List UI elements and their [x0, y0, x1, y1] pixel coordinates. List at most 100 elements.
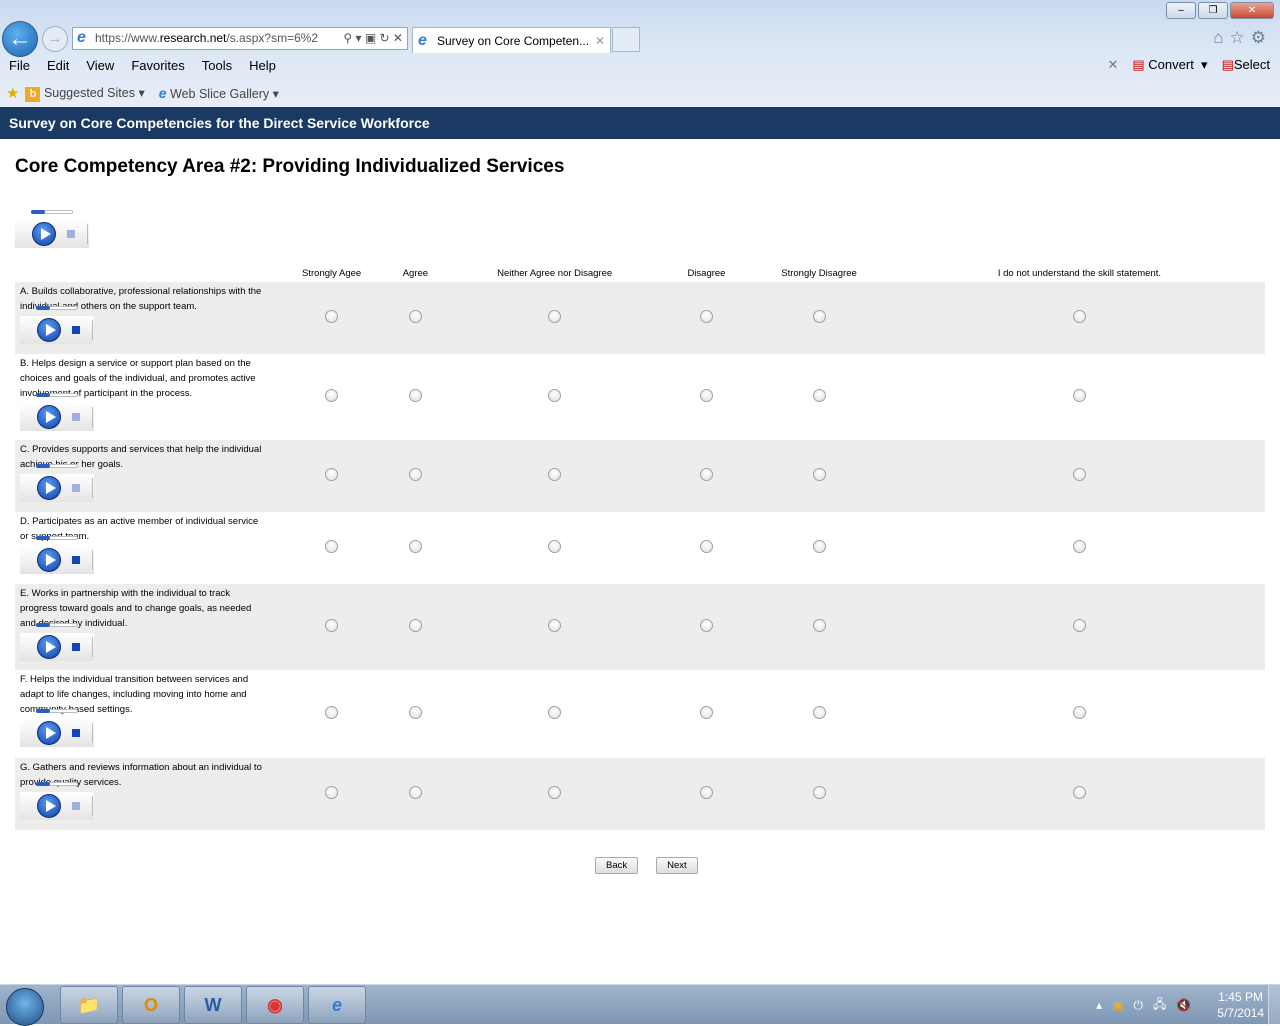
radio-5[interactable]	[1072, 389, 1086, 402]
home-icon[interactable]: ⌂	[1213, 28, 1229, 47]
favorites-star-icon[interactable]: ★	[6, 84, 19, 102]
radio-4[interactable]	[812, 706, 826, 719]
stop-icon[interactable]	[67, 230, 75, 238]
radio-5[interactable]	[1072, 786, 1086, 799]
volume-slider[interactable]	[36, 623, 78, 627]
menu-file[interactable]: File	[0, 56, 38, 78]
stop-icon[interactable]	[72, 484, 80, 492]
address-bar[interactable]: e https://www.research.net/s.aspx?sm=6%2…	[72, 27, 408, 50]
radio-3[interactable]	[699, 310, 713, 323]
radio-1[interactable]	[408, 540, 422, 553]
radio-5[interactable]	[1072, 540, 1086, 553]
radio-2[interactable]	[548, 619, 562, 632]
next-button[interactable]: Next	[656, 857, 698, 874]
favorites-star-icon[interactable]: ☆	[1230, 28, 1251, 47]
volume-slider[interactable]	[36, 464, 78, 468]
volume-muted-icon[interactable]: 🔇	[1176, 998, 1191, 1012]
play-icon[interactable]	[37, 721, 61, 745]
taskbar-ie[interactable]: e	[308, 986, 366, 1024]
gear-icon[interactable]: ⚙	[1251, 28, 1272, 47]
taskbar-outlook[interactable]: O	[122, 986, 180, 1024]
close-window-button[interactable]: ✕	[1230, 2, 1274, 19]
back-button[interactable]: Back	[595, 857, 639, 874]
radio-3[interactable]	[699, 619, 713, 632]
radio-4[interactable]	[812, 786, 826, 799]
address-tools[interactable]: ⚲ ▾ ▣ ↻ ✕	[339, 28, 403, 49]
play-icon[interactable]	[37, 405, 61, 429]
play-icon[interactable]	[37, 476, 61, 500]
stop-icon[interactable]	[72, 326, 80, 334]
radio-0[interactable]	[325, 619, 339, 632]
start-button[interactable]	[6, 988, 44, 1026]
radio-1[interactable]	[408, 389, 422, 402]
suggested-sites[interactable]: b Suggested Sites ▾	[25, 85, 145, 102]
stop-icon[interactable]	[72, 556, 80, 564]
radio-2[interactable]	[548, 310, 562, 323]
menu-view[interactable]: View	[77, 56, 122, 78]
radio-5[interactable]	[1072, 310, 1086, 323]
radio-3[interactable]	[699, 540, 713, 553]
stop-icon[interactable]	[72, 802, 80, 810]
forward-button[interactable]: →	[42, 26, 68, 52]
menu-help[interactable]: Help	[240, 56, 284, 78]
volume-slider[interactable]	[36, 782, 78, 786]
radio-2[interactable]	[548, 706, 562, 719]
radio-0[interactable]	[325, 706, 339, 719]
radio-2[interactable]	[548, 468, 562, 481]
menu-edit[interactable]: Edit	[38, 56, 77, 78]
radio-4[interactable]	[812, 619, 826, 632]
radio-5[interactable]	[1072, 619, 1086, 632]
taskbar-explorer[interactable]: 📁	[60, 986, 118, 1024]
radio-4[interactable]	[812, 310, 826, 323]
radio-4[interactable]	[812, 389, 826, 402]
radio-2[interactable]	[548, 786, 562, 799]
play-icon[interactable]	[37, 548, 61, 572]
radio-4[interactable]	[812, 540, 826, 553]
radio-5[interactable]	[1072, 706, 1086, 719]
outlook-tray-icon[interactable]: ▣	[1112, 998, 1123, 1012]
minimize-button[interactable]: –	[1166, 2, 1196, 19]
tab-survey[interactable]: e Survey on Core Competen... ✕	[412, 27, 611, 53]
radio-0[interactable]	[325, 310, 339, 323]
volume-slider[interactable]	[36, 393, 78, 397]
radio-0[interactable]	[325, 786, 339, 799]
back-button[interactable]: ←	[2, 21, 38, 57]
radio-3[interactable]	[699, 468, 713, 481]
play-icon[interactable]	[37, 635, 61, 659]
show-hidden-icons[interactable]: ▴	[1096, 998, 1102, 1012]
stop-icon[interactable]	[72, 413, 80, 421]
radio-2[interactable]	[548, 389, 562, 402]
restore-button[interactable]: ❐	[1198, 2, 1228, 19]
radio-1[interactable]	[408, 310, 422, 323]
play-icon[interactable]	[37, 318, 61, 342]
radio-3[interactable]	[699, 389, 713, 402]
radio-3[interactable]	[699, 706, 713, 719]
stop-icon[interactable]	[72, 729, 80, 737]
volume-slider[interactable]	[31, 210, 73, 214]
radio-0[interactable]	[325, 468, 339, 481]
clock[interactable]: 1:45 PM 5/7/2014	[1217, 989, 1264, 1021]
play-icon[interactable]	[37, 794, 61, 818]
radio-5[interactable]	[1072, 468, 1086, 481]
volume-slider[interactable]	[36, 536, 78, 540]
play-icon[interactable]	[32, 222, 56, 246]
show-desktop-button[interactable]	[1268, 985, 1280, 1025]
radio-1[interactable]	[408, 786, 422, 799]
menu-favorites[interactable]: Favorites	[122, 56, 192, 78]
radio-1[interactable]	[408, 619, 422, 632]
taskbar-word[interactable]: W	[184, 986, 242, 1024]
power-icon[interactable]: ⏻	[1133, 998, 1143, 1013]
radio-4[interactable]	[812, 468, 826, 481]
volume-slider[interactable]	[36, 306, 78, 310]
radio-0[interactable]	[325, 389, 339, 402]
select-button[interactable]: ▤Select	[1222, 57, 1270, 73]
radio-3[interactable]	[699, 786, 713, 799]
radio-0[interactable]	[325, 540, 339, 553]
taskbar-chrome[interactable]: ◉	[246, 986, 304, 1024]
convert-button[interactable]: ▤ Convert ▾	[1132, 57, 1207, 73]
new-tab-button[interactable]	[612, 27, 640, 52]
close-toolbar-icon[interactable]: ✕	[1107, 57, 1118, 73]
network-icon[interactable]: 🖧	[1153, 995, 1166, 1016]
radio-2[interactable]	[548, 540, 562, 553]
stop-icon[interactable]	[72, 643, 80, 651]
